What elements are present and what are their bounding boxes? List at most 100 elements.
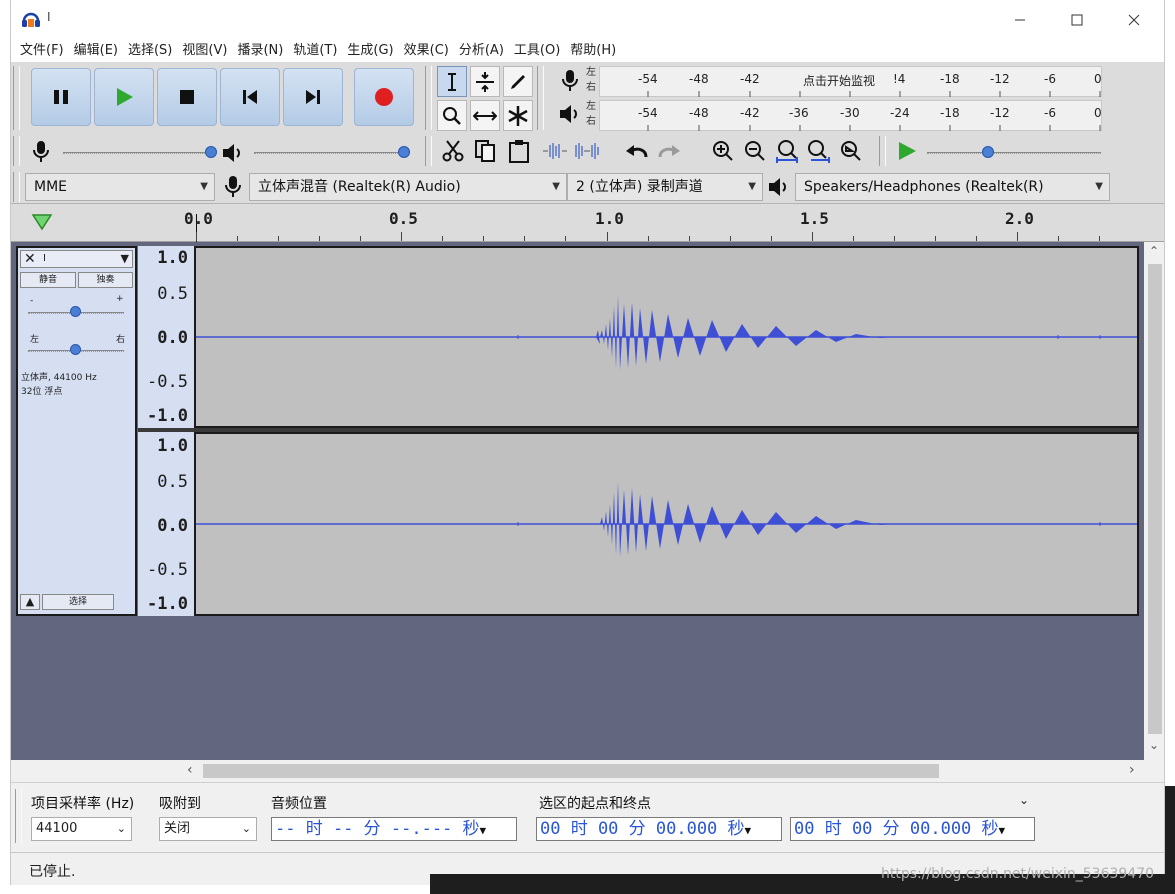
paste-button[interactable] xyxy=(505,136,533,166)
record-meter-channels: 左 右 xyxy=(586,66,598,97)
selection-start-field[interactable]: 00 时 00 分 00.000 秒▼ xyxy=(536,817,782,841)
output-device-select[interactable]: Speakers/Headphones (Realtek(R) ▼ xyxy=(795,173,1110,201)
draw-tool[interactable] xyxy=(503,66,533,97)
channel-left-label: 左 xyxy=(586,101,596,112)
audio-position-field[interactable]: -- 时 -- 分 --.--- 秒▼ xyxy=(271,817,517,841)
recording-volume-slider[interactable] xyxy=(63,146,217,158)
track-close-icon[interactable]: ✕ xyxy=(24,251,36,267)
trim-button[interactable] xyxy=(541,136,569,166)
track-gain-slider[interactable] xyxy=(28,306,124,318)
zoom-tool[interactable] xyxy=(437,100,467,131)
menu-tracks[interactable]: 轨道(T) xyxy=(288,41,342,61)
playback-meter[interactable]: -54 -48 -42 -36 -30 -24 -18 -12 -6 0 xyxy=(599,100,1102,131)
timeline-ruler[interactable]: 0.0 0.5 1.0 1.5 2.0 xyxy=(11,204,1164,242)
microphone-icon[interactable] xyxy=(560,69,580,93)
toolbar-grip[interactable] xyxy=(13,172,20,202)
copy-button[interactable] xyxy=(471,136,499,166)
menu-effect[interactable]: 效果(C) xyxy=(399,41,454,61)
menu-view[interactable]: 视图(V) xyxy=(177,41,232,61)
menu-edit[interactable]: 编辑(E) xyxy=(69,41,123,61)
playback-volume-slider[interactable] xyxy=(254,146,410,158)
skip-to-start-button[interactable] xyxy=(220,68,280,126)
click-to-monitor-label[interactable]: 点击开始监视 xyxy=(803,72,875,89)
pause-button[interactable] xyxy=(31,68,91,126)
waveform-right-channel[interactable] xyxy=(194,432,1139,616)
record-button[interactable] xyxy=(354,68,414,126)
track-pan-slider[interactable] xyxy=(28,344,124,356)
audio-host-select[interactable]: MME ▼ xyxy=(25,173,215,201)
zoom-toggle-icon xyxy=(841,141,861,161)
gain-plus-label: + xyxy=(116,294,124,304)
stop-button[interactable] xyxy=(157,68,217,126)
scale-label: 0.5 xyxy=(157,284,188,304)
meter-tick-label: -42 xyxy=(740,72,760,86)
selection-mode-chevron-icon[interactable]: ⌄ xyxy=(1019,793,1029,807)
time-shift-tool[interactable] xyxy=(470,100,500,131)
project-rate-label: 项目采样率 (Hz) xyxy=(31,796,135,812)
toolbar-grip[interactable] xyxy=(537,66,544,130)
toolbar-grip[interactable] xyxy=(425,66,432,130)
skip-to-end-button[interactable] xyxy=(283,68,343,126)
waveform-left-channel[interactable] xyxy=(194,246,1139,428)
redo-button[interactable] xyxy=(655,136,683,166)
fit-project-button[interactable] xyxy=(805,136,833,166)
horizontal-scroll-thumb[interactable] xyxy=(203,764,939,778)
multi-tool[interactable] xyxy=(503,100,533,131)
zoom-out-button[interactable] xyxy=(741,136,769,166)
toolbar-grip[interactable] xyxy=(15,789,22,843)
silence-button[interactable] xyxy=(573,136,601,166)
snap-to-select[interactable]: 关闭 ⌄ xyxy=(159,817,257,841)
vertical-scroll-thumb[interactable] xyxy=(1148,264,1162,734)
close-button[interactable] xyxy=(1111,0,1157,40)
track-menu-chevron-icon[interactable]: ▼ xyxy=(121,252,129,265)
menu-help[interactable]: 帮助(H) xyxy=(565,41,621,61)
time-format-chevron-icon[interactable]: ▼ xyxy=(480,824,487,837)
play-button[interactable] xyxy=(94,68,154,126)
time-format-chevron-icon[interactable]: ▼ xyxy=(745,824,752,837)
scroll-right-icon[interactable]: › xyxy=(1129,762,1135,778)
record-meter[interactable]: -54 -48 -42 点击开始监视 !4 -18 -12 -6 0 xyxy=(599,66,1102,97)
undo-button[interactable] xyxy=(623,136,651,166)
time-format-chevron-icon[interactable]: ▼ xyxy=(999,824,1006,837)
track-name-bar[interactable]: ✕ I ▼ xyxy=(20,250,133,268)
speaker-icon[interactable] xyxy=(558,103,582,125)
selection-end-field[interactable]: 00 时 00 分 00.000 秒▼ xyxy=(790,817,1035,841)
play-speed-slider[interactable] xyxy=(927,146,1101,158)
scroll-left-icon[interactable]: ‹ xyxy=(187,762,193,778)
project-rate-select[interactable]: 44100 ⌄ xyxy=(31,817,132,841)
play-at-speed-button[interactable] xyxy=(893,136,921,166)
scroll-up-icon[interactable]: ⌃ xyxy=(1149,244,1159,258)
zoom-toggle-button[interactable] xyxy=(837,136,865,166)
cut-button[interactable] xyxy=(439,136,467,166)
collapse-track-icon[interactable]: ▲ xyxy=(20,594,40,610)
vertical-scrollbar[interactable]: ⌃ ⌄ xyxy=(1144,242,1164,760)
input-channels-select[interactable]: 2 (立体声) 录制声道 ▼ xyxy=(567,173,763,201)
selection-tool[interactable] xyxy=(437,66,467,97)
zoom-in-button[interactable] xyxy=(709,136,737,166)
menu-select[interactable]: 选择(S) xyxy=(123,41,177,61)
fit-selection-button[interactable] xyxy=(773,136,801,166)
toolbar-grip[interactable] xyxy=(13,66,20,130)
toolbar-grip[interactable] xyxy=(13,136,20,166)
menu-generate[interactable]: 生成(G) xyxy=(342,41,398,61)
scroll-down-icon[interactable]: ⌄ xyxy=(1149,738,1159,752)
mute-button[interactable]: 静音 xyxy=(20,272,76,288)
minimize-button[interactable] xyxy=(997,0,1043,40)
track-select-button[interactable]: 选择 xyxy=(42,594,114,610)
ruler-label: 0.0 xyxy=(184,209,213,228)
envelope-tool[interactable] xyxy=(470,66,500,97)
input-device-select[interactable]: 立体声混音 (Realtek(R) Audio) ▼ xyxy=(249,173,567,201)
menu-file[interactable]: 文件(F) xyxy=(15,41,69,61)
menu-analyze[interactable]: 分析(A) xyxy=(454,41,509,61)
menu-tools[interactable]: 工具(O) xyxy=(509,41,565,61)
tracks-area[interactable]: ✕ I ▼ 静音 独奏 - + 左 右 立体声, 44100 Hz 32位 浮点… xyxy=(11,242,1144,760)
menu-transport[interactable]: 播录(N) xyxy=(232,41,288,61)
horizontal-scrollbar[interactable]: ‹ › xyxy=(11,760,1164,782)
solo-button[interactable]: 独奏 xyxy=(78,272,133,288)
meter-tick-label: -6 xyxy=(1044,72,1056,86)
toolbar-grip[interactable] xyxy=(879,136,886,166)
maximize-button[interactable] xyxy=(1054,0,1100,40)
toolbar-grip[interactable] xyxy=(425,136,432,166)
track-control-panel[interactable]: ✕ I ▼ 静音 独奏 - + 左 右 立体声, 44100 Hz 32位 浮点… xyxy=(16,246,137,616)
pin-playhead-icon[interactable] xyxy=(31,212,53,232)
